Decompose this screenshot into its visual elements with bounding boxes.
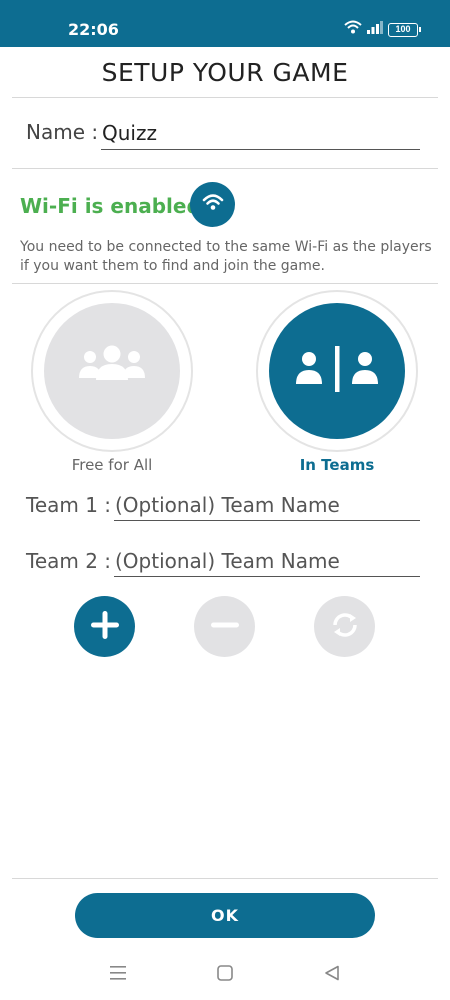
divider <box>12 168 438 169</box>
system-nav-bar <box>0 955 450 990</box>
divider <box>12 283 438 284</box>
mode-free-for-all-label: Free for All <box>71 456 153 474</box>
home-icon[interactable] <box>213 961 237 985</box>
wifi-icon <box>202 193 224 216</box>
wifi-settings-button[interactable] <box>190 182 235 227</box>
ok-button[interactable]: OK <box>75 893 375 938</box>
mode-free-for-all-circle <box>44 303 180 439</box>
back-icon[interactable] <box>320 961 344 985</box>
divider <box>12 878 438 879</box>
divider <box>12 97 438 98</box>
shuffle-icon <box>328 608 362 645</box>
teams-icon <box>293 345 381 397</box>
battery-icon: 100 <box>388 22 421 37</box>
wifi-status-text: Wi-Fi is enabled <box>20 194 201 218</box>
mode-in-teams-label: In Teams <box>299 456 375 474</box>
mode-in-teams-circle <box>269 303 405 439</box>
status-time: 22:06 <box>68 20 119 39</box>
wifi-signal-icon <box>344 20 362 39</box>
team-1-label: Team 1 : <box>26 493 112 517</box>
team-2-label: Team 2 : <box>26 549 112 573</box>
plus-icon <box>90 610 120 643</box>
cell-signal-icon <box>367 20 383 39</box>
minus-icon <box>210 610 240 643</box>
menu-icon[interactable] <box>106 961 130 985</box>
status-bar: 22:06 100 <box>0 0 450 47</box>
remove-team-button[interactable] <box>194 596 255 657</box>
shuffle-teams-button[interactable] <box>314 596 375 657</box>
team-2-name-input[interactable] <box>114 545 420 577</box>
name-label: Name : <box>26 120 99 144</box>
mode-free-for-all[interactable] <box>31 290 193 452</box>
add-team-button[interactable] <box>74 596 135 657</box>
group-icon <box>70 345 154 398</box>
wifi-note: You need to be connected to the same Wi-… <box>20 239 432 274</box>
page-title: SETUP YOUR GAME <box>101 58 349 87</box>
mode-in-teams[interactable] <box>256 290 418 452</box>
name-input[interactable] <box>101 116 420 150</box>
status-icons: 100 <box>344 20 421 39</box>
team-1-name-input[interactable] <box>114 489 420 521</box>
